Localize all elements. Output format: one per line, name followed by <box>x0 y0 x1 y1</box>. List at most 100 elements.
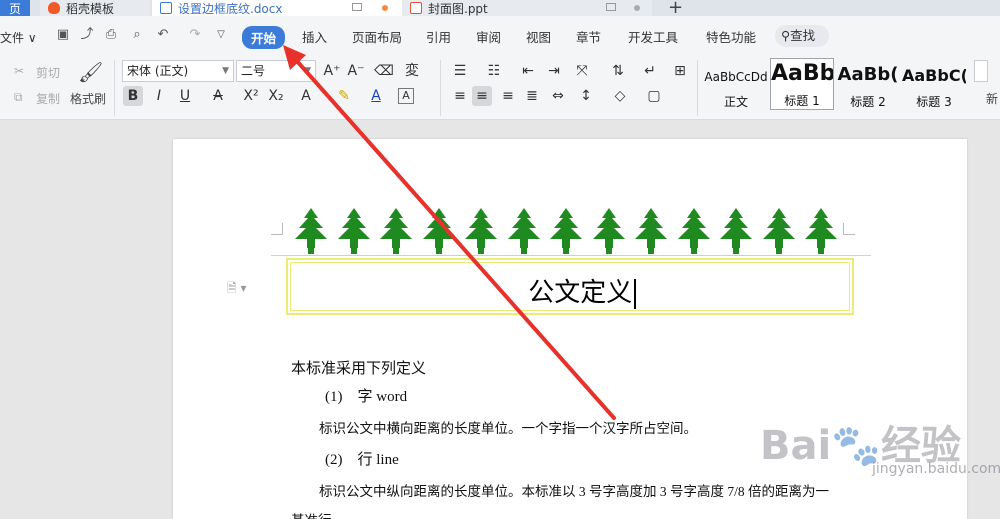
style-heading-3[interactable]: AaBbC( 标题 3 <box>902 58 966 110</box>
justify-icon[interactable]: ≣ <box>522 86 542 106</box>
menu-developer[interactable]: 开发工具 <box>628 27 678 46</box>
definition-heading[interactable]: (2) 行 line <box>325 448 399 469</box>
tab-template[interactable]: 稻壳模板 <box>40 0 150 16</box>
style-heading-1[interactable]: AaBb 标题 1 <box>770 58 834 110</box>
word-doc-icon <box>160 2 172 14</box>
shrink-font-icon[interactable]: A⁻ <box>346 61 366 81</box>
customize-dropdown-icon[interactable]: ▽ <box>214 28 228 42</box>
print-icon[interactable]: ⎙ <box>104 28 118 42</box>
distributed-icon[interactable]: ⇔ <box>548 86 568 106</box>
style-label: 标题 1 <box>784 94 820 108</box>
sort-icon[interactable]: ⇅ <box>608 61 628 81</box>
font-size-value: 二号 <box>241 64 266 78</box>
format-painter-icon[interactable]: 🖌 <box>78 60 103 84</box>
show-marks-icon[interactable]: ↵ <box>640 61 660 81</box>
cut-button[interactable]: 剪切 <box>36 64 60 81</box>
menu-bar: 文件 ∨ ▣ ⤴ ⎙ ⌕ ↶ ↷ ▽ 开始 插入 页面布局 引用 审阅 视图 章… <box>0 16 1000 56</box>
format-painter-button[interactable]: 格式刷 <box>70 90 106 107</box>
superscript-icon[interactable]: X² <box>241 86 261 106</box>
unsaved-dot-icon <box>382 5 388 11</box>
divider <box>114 60 115 116</box>
increase-indent-icon[interactable]: ⇥ <box>544 61 564 81</box>
undo-icon[interactable]: ↶ <box>156 28 170 42</box>
search-box[interactable]: ⚲查找 <box>775 25 829 47</box>
paragraph-line[interactable]: 本标准采用下列定义 <box>291 357 426 378</box>
wps-logo-icon <box>48 2 60 14</box>
style-scroll-up[interactable] <box>974 60 988 82</box>
font-name-value: 宋体 (正文) <box>127 64 189 78</box>
window-icon[interactable] <box>606 3 616 11</box>
file-menu[interactable]: 文件 ∨ <box>0 29 37 46</box>
divider <box>697 60 698 116</box>
menu-insert[interactable]: 插入 <box>302 27 327 46</box>
style-heading-2[interactable]: AaBb( 标题 2 <box>836 58 900 110</box>
watermark-domain: jingyan.baidu.com <box>872 461 1000 477</box>
decrease-indent-icon[interactable]: ⇤ <box>518 61 538 81</box>
window-icon[interactable] <box>352 3 362 11</box>
scissors-icon[interactable]: ✂ <box>14 64 24 78</box>
title-border-box[interactable]: 公文定义 <box>286 258 854 315</box>
italic-icon[interactable]: I <box>149 86 169 106</box>
table-tools-icon[interactable]: ⊞ <box>670 61 690 81</box>
line-spacing-icon[interactable]: ↕ <box>576 86 596 106</box>
strikethrough-icon[interactable]: A <box>208 86 228 106</box>
tree-icon <box>291 208 331 254</box>
align-right-icon[interactable]: ≡ <box>498 86 518 106</box>
paragraph-menu-icon[interactable]: 🗎 ▾ <box>227 279 247 300</box>
border-icon[interactable]: ▢ <box>644 86 664 106</box>
shading-icon[interactable]: ◇ <box>610 86 630 106</box>
print-preview-icon[interactable]: ⌕ <box>130 28 144 42</box>
definition-heading[interactable]: (1) 字 word <box>325 385 407 406</box>
tree-icon <box>504 208 544 254</box>
menu-view[interactable]: 视图 <box>526 27 551 46</box>
underline-icon[interactable]: U <box>175 86 195 106</box>
style-label: 正文 <box>723 95 748 109</box>
menu-review[interactable]: 审阅 <box>476 27 501 46</box>
bold-icon[interactable]: B <box>123 86 143 106</box>
tree-icon <box>759 208 799 254</box>
menu-references[interactable]: 引用 <box>426 27 451 46</box>
new-style-button[interactable]: 新 <box>986 90 998 107</box>
menu-start[interactable]: 开始 <box>242 26 286 49</box>
redo-icon[interactable]: ↷ <box>188 28 202 42</box>
export-icon[interactable]: ⤴ <box>80 28 94 42</box>
divider <box>440 60 441 116</box>
align-left-icon[interactable]: ≡ <box>450 86 470 106</box>
tree-icon <box>631 208 671 254</box>
chinese-layout-icon[interactable]: ⤧ <box>572 61 592 81</box>
tab-home[interactable]: 页 <box>0 0 30 16</box>
paragraph-line[interactable]: 标识公文中横向距离的长度单位。一个字指一个汉字所占空间。 <box>319 417 697 437</box>
tree-icon <box>419 208 459 254</box>
baidu-watermark: Bai🐾经验 jingyan.baidu.com <box>760 413 1000 477</box>
highlight-icon[interactable]: ✎ <box>334 86 354 106</box>
bullet-list-icon[interactable]: ☰ <box>450 61 470 81</box>
font-color-icon[interactable]: A <box>366 86 386 106</box>
tree-icon <box>801 208 841 254</box>
paragraph-line[interactable]: 基准行 <box>291 509 332 519</box>
align-center-icon[interactable]: ≡ <box>472 86 492 106</box>
menu-features[interactable]: 特色功能 <box>706 27 756 46</box>
grow-font-icon[interactable]: A⁺ <box>322 61 342 81</box>
menu-page-layout[interactable]: 页面布局 <box>352 27 402 46</box>
clear-format-icon[interactable]: ⌫ <box>374 61 394 81</box>
font-size-select[interactable]: 二号 ▼ <box>236 60 316 82</box>
text-effect-icon[interactable]: A <box>296 86 316 106</box>
chevron-down-icon: ▼ <box>222 66 229 76</box>
copy-icon[interactable]: ⧉ <box>14 90 23 105</box>
tab-document-active[interactable]: 设置边框底纹.docx <box>152 0 402 16</box>
tab-ppt[interactable]: 封面图.ppt <box>402 0 652 16</box>
watermark-brand: Bai <box>760 423 832 469</box>
document-title[interactable]: 公文定义 <box>288 272 852 309</box>
character-border-icon[interactable]: A <box>398 88 414 104</box>
font-name-select[interactable]: 宋体 (正文) ▼ <box>122 60 234 82</box>
tree-icon <box>589 208 629 254</box>
subscript-icon[interactable]: X₂ <box>266 86 286 106</box>
style-normal[interactable]: AaBbCcDd 正文 <box>704 58 768 110</box>
save-icon[interactable]: ▣ <box>56 28 70 42</box>
style-label: 标题 2 <box>850 95 886 109</box>
menu-chapter[interactable]: 章节 <box>576 27 601 46</box>
phonetic-guide-icon[interactable]: 変 <box>402 61 422 81</box>
paragraph-line[interactable]: 标识公文中纵向距离的长度单位。本标准以 3 号字高度加 3 号字高度 7/8 倍… <box>319 480 829 500</box>
copy-button[interactable]: 复制 <box>36 90 60 107</box>
numbered-list-icon[interactable]: ☷ <box>484 61 504 81</box>
